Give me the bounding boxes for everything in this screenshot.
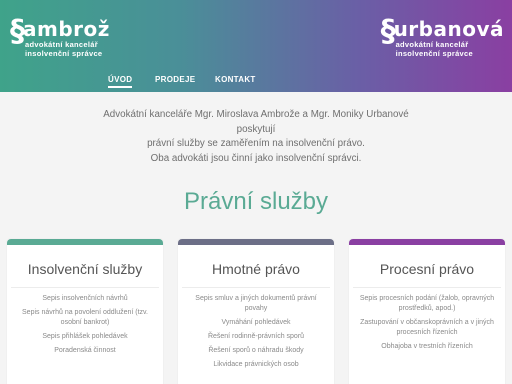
nav-item-uvod[interactable]: ÚVOD [108,75,133,88]
nav-item-prodeje[interactable]: PRODEJE [155,75,195,84]
card-title: Procesní právo [379,261,475,277]
paragraph-mark-icon: § [10,14,25,49]
intro-line: poskytují [236,123,276,135]
list-item: Řešení rodinně-právních sporů [207,333,305,340]
logo-subtitle-line2: insolvenční správce [25,49,103,58]
site-header: § ambrož advokátní kancelář insolvenční … [0,0,512,92]
section-title: Právní služby [183,188,329,215]
divider [182,287,330,288]
list-item: Sepis insolvenčních návrhů [42,295,128,302]
card-accent-bar [349,239,505,245]
card-list: Sepis insolvenčních návrhů Sepis návrhů … [7,294,163,356]
card-title: Hmotné právo [212,261,300,277]
service-card-procedural-law: Procesní právo Sepis procesních podání (… [349,239,505,384]
service-card-substantive-law: Hmotné právo Sepis smluv a jiných dokume… [178,239,334,384]
main-content: Advokátní kanceláře Mgr. Miroslava Ambro… [0,92,512,384]
list-item: Sepis návrhů na povolení oddlužení (tzv.… [22,309,148,326]
logo-name: ambrož [23,17,110,41]
list-item: Poradenská činnost [54,347,116,354]
intro-line: Advokátní kanceláře Mgr. Miroslava Ambro… [103,109,409,120]
paragraph-mark-icon: § [380,14,396,49]
list-item: Sepis smluv a jiných dokumentů právní po… [195,295,317,312]
ambroz-logo[interactable]: § ambrož advokátní kancelář insolvenční … [10,14,110,59]
list-item: Zastupování v občanskoprávních a v jinýc… [360,319,494,336]
urbanova-logo[interactable]: § urbanová advokátní kancelář insolvenčn… [380,14,504,59]
logo-name: urbanová [393,17,504,41]
list-item: Sepis procesních podání (žalob, opravnýc… [359,295,495,312]
card-accent-bar [178,239,334,245]
list-item: Likvidace právnických osob [213,361,299,368]
list-item: Řešení sporů o náhradu škody [208,347,304,354]
logo-subtitle-line1: advokátní kancelář [395,40,469,49]
logo-subtitle-line1: advokátní kancelář [25,40,98,49]
list-item: Obhajoba v trestních řízeních [381,343,473,350]
card-list: Sepis procesních podání (žalob, opravnýc… [349,294,505,352]
list-item: Vymáhání pohledávek [221,319,291,326]
logo-subtitle-line2: insolvenční správce [395,49,473,58]
card-title: Insolvenční služby [27,261,143,277]
main-nav: ÚVOD PRODEJE KONTAKT [0,75,512,88]
divider [353,287,501,288]
card-list: Sepis smluv a jiných dokumentů právní po… [178,294,334,370]
list-item: Sepis přihlášek pohledávek [42,333,128,340]
intro-line: Oba advokáti jsou činní jako insolvenční… [150,152,362,164]
nav-item-kontakt[interactable]: KONTAKT [215,75,256,84]
service-card-insolvency: Insolvenční služby Sepis insolvenčních n… [7,239,163,384]
intro-text: Advokátní kanceláře Mgr. Miroslava Ambro… [0,108,512,166]
intro-line: právní služby se zaměřením na insolvenčn… [147,138,365,149]
card-accent-bar [7,239,163,245]
divider [11,287,159,288]
